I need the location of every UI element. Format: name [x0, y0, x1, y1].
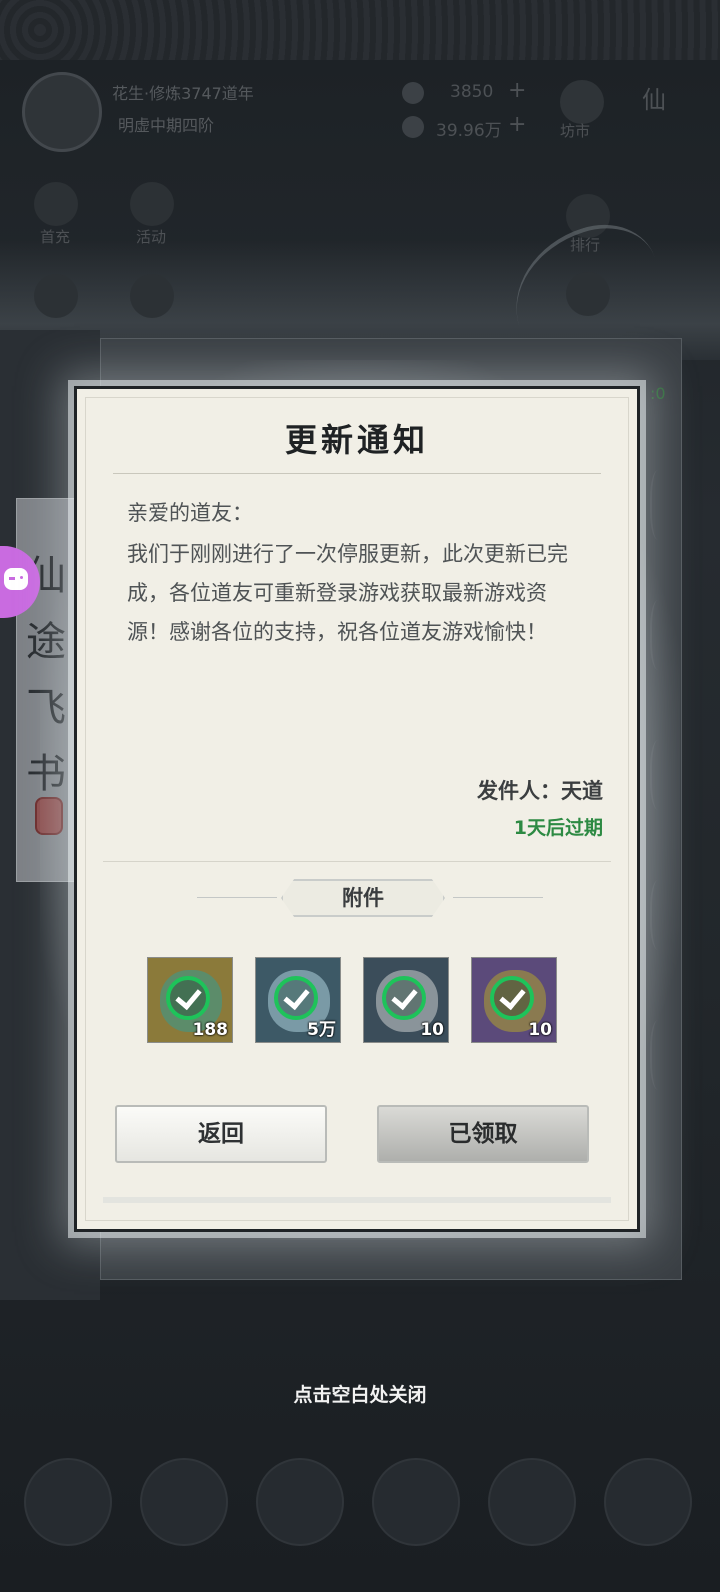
spirit-stone-icon — [402, 116, 424, 138]
attachment-item[interactable]: 5万 — [255, 957, 341, 1043]
notice-body-text: 我们于刚刚进行了一次停服更新，此次更新已完成，各位道友可重新登录游戏获取最新游戏… — [127, 542, 568, 644]
event-icon-2[interactable] — [130, 274, 174, 318]
greeting-text: 亲爱的道友： — [127, 501, 253, 525]
claimed-check-icon — [382, 976, 426, 1020]
attachment-item[interactable]: 10 — [363, 957, 449, 1043]
nav-button-5[interactable] — [488, 1458, 576, 1546]
nav-button-3[interactable] — [256, 1458, 344, 1546]
attachment-label: 附件 — [281, 879, 445, 917]
market-icon[interactable] — [560, 80, 604, 124]
player-name: 花生·修炼3747道年 — [112, 84, 254, 103]
event-icon[interactable] — [34, 274, 78, 318]
back-button[interactable]: 返回 — [115, 1105, 327, 1163]
attachment-ornament-left — [197, 897, 277, 898]
nav-button-2[interactable] — [140, 1458, 228, 1546]
top-pattern-band — [0, 0, 720, 60]
market-label: 坊市 — [560, 122, 591, 140]
claimed-check-icon — [274, 976, 318, 1020]
add-currency-2-button[interactable]: + — [508, 112, 526, 137]
sender-text: 发件人：天道 — [477, 779, 603, 803]
nav-button-1[interactable] — [24, 1458, 112, 1546]
item-count: 10 — [420, 1020, 444, 1040]
gem-icon — [402, 82, 424, 104]
player-realm: 明虚中期四阶 — [118, 116, 215, 135]
item-count: 188 — [192, 1020, 229, 1040]
attachment-item[interactable]: 188 — [147, 957, 233, 1043]
title-divider — [113, 473, 601, 474]
dialog-bottom-rule — [103, 1197, 611, 1203]
activity-label: 活动 — [136, 228, 167, 246]
currency-1-value: 3850 — [450, 82, 494, 102]
tap-blank-to-close-hint[interactable]: 点击空白处关闭 — [0, 1380, 720, 1407]
claimed-check-icon — [490, 976, 534, 1020]
attachment-item[interactable]: 10 — [471, 957, 557, 1043]
nav-button-4[interactable] — [372, 1458, 460, 1546]
player-avatar[interactable] — [22, 72, 102, 152]
claimed-check-icon — [166, 976, 210, 1020]
activity-icon[interactable] — [130, 182, 174, 226]
item-count: 5万 — [307, 1020, 336, 1040]
expire-text: 1天后过期 — [513, 817, 603, 839]
claimed-button[interactable]: 已领取 — [377, 1105, 589, 1163]
item-count: 10 — [528, 1020, 552, 1040]
section-divider — [103, 861, 611, 862]
xian-world-label[interactable]: 仙 — [642, 80, 666, 115]
attachment-ornament-right — [453, 897, 543, 898]
currency-2-value: 39.96万 — [436, 121, 502, 141]
dialog-title: 更新通知 — [284, 421, 429, 459]
nav-button-6[interactable] — [604, 1458, 692, 1546]
first-recharge-label: 首充 — [40, 228, 71, 246]
add-currency-1-button[interactable]: + — [508, 78, 526, 103]
gamepad-icon — [4, 568, 28, 590]
first-recharge-icon[interactable] — [34, 182, 78, 226]
update-notice-dialog: 更新通知 亲爱的道友： 我们于刚刚进行了一次停服更新，此次更新已完成，各位道友可… — [74, 386, 640, 1232]
